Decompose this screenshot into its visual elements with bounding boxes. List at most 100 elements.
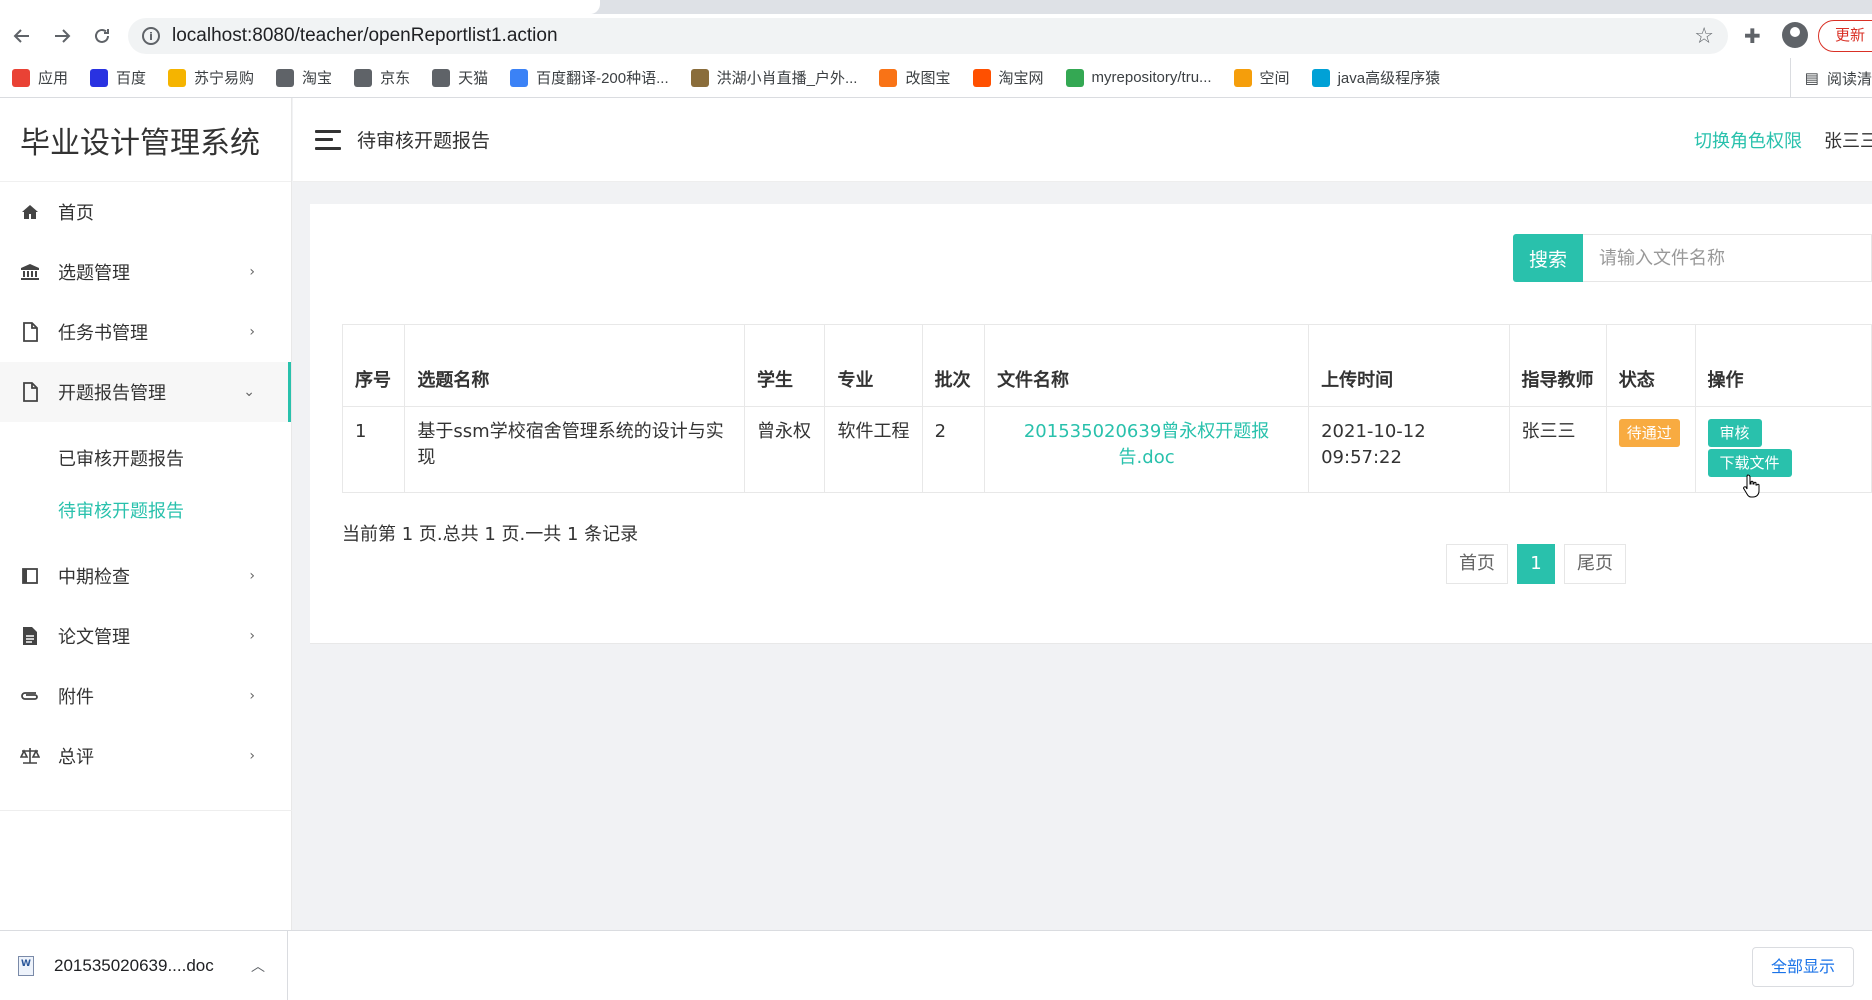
bookmark-label: 京东 xyxy=(380,70,411,87)
apps-grid-icon xyxy=(12,68,30,87)
menu-toggle-icon[interactable] xyxy=(315,129,341,150)
download-file-name[interactable]: 201535020639....doc xyxy=(54,956,214,976)
forward-icon[interactable] xyxy=(44,18,80,54)
bookmark-star-icon[interactable]: ☆ xyxy=(1694,24,1714,49)
column-header: 序号 xyxy=(341,324,406,407)
sidebar-item-label: 总评 xyxy=(58,747,94,768)
scale-icon xyxy=(20,746,40,766)
submenu-item[interactable]: 已审核开题报告 xyxy=(0,432,291,484)
bookmark-item[interactable]: 改图宝 xyxy=(879,67,951,88)
table-row: 1 基于ssm学校宿舍管理系统的设计与实现 曾永权 软件工程 2 2015350… xyxy=(341,406,1872,493)
page-title: 待审核开题报告 xyxy=(357,130,491,152)
sidebar-item[interactable]: 论文管理 › xyxy=(0,606,291,666)
search-input[interactable] xyxy=(1583,234,1872,282)
sidebar-item-label: 选题管理 xyxy=(58,263,130,284)
address-bar[interactable]: i localhost:8080/teacher/openReportlist1… xyxy=(128,18,1728,54)
cell-actions: 审核 下载文件 xyxy=(1694,406,1872,493)
book-icon xyxy=(20,566,40,586)
sidebar-item-label: 中期检查 xyxy=(58,567,130,588)
reading-list-icon: ▤ xyxy=(1804,70,1819,87)
cell-topic: 基于ssm学校宿舍管理系统的设计与实现 xyxy=(404,406,746,493)
bookmark-label: 苏宁易购 xyxy=(194,70,255,87)
current-page-button[interactable]: 1 xyxy=(1517,544,1555,584)
bookmark-item[interactable]: java高级程序猿 xyxy=(1311,67,1440,88)
site-info-icon[interactable]: i xyxy=(142,27,160,45)
chevron-right-icon: › xyxy=(249,748,255,764)
url-text[interactable]: localhost:8080/teacher/openReportlist1.a… xyxy=(172,25,558,47)
download-file-button[interactable]: 下载文件 xyxy=(1707,449,1792,477)
user-name[interactable]: 张三三 xyxy=(1824,127,1872,153)
bookmark-item[interactable]: myrepository/tru... xyxy=(1065,68,1212,87)
reload-icon[interactable] xyxy=(84,18,120,54)
bookmark-label: 淘宝 xyxy=(302,70,333,87)
sidebar-item[interactable]: 选题管理 › xyxy=(0,242,291,302)
chevron-up-icon[interactable]: ︿ xyxy=(251,956,265,976)
bookmark-item[interactable]: 淘宝 xyxy=(276,67,332,88)
chrome-icon xyxy=(1065,68,1084,87)
column-header: 上传时间 xyxy=(1308,324,1510,407)
bookmark-item[interactable]: 百度翻译-200种语... xyxy=(510,67,669,88)
bookmark-label: 空间 xyxy=(1259,70,1290,87)
reading-list-label: 阅读清 xyxy=(1826,70,1872,88)
profile-icon[interactable] xyxy=(1782,22,1808,48)
show-all-downloads-button[interactable]: 全部显示 xyxy=(1751,947,1854,987)
column-header: 状态 xyxy=(1605,324,1696,407)
bookmark-item[interactable]: 天猫 xyxy=(432,67,488,88)
bird-icon xyxy=(690,68,709,87)
globe-icon xyxy=(276,68,295,87)
file-link[interactable]: 201535020639曾永权开题报告.doc xyxy=(997,419,1296,471)
file-icon xyxy=(20,382,40,402)
table-header-row: 序号 选题名称 学生 专业 批次 文件名称 上传时间 指导教师 状态 操作 xyxy=(341,324,1872,407)
search-button[interactable]: 搜索 xyxy=(1513,234,1583,282)
baidu-paw-icon xyxy=(90,68,109,87)
chevron-down-icon: ⌄ xyxy=(243,384,255,400)
browser-tabstrip xyxy=(0,0,1872,14)
back-icon[interactable] xyxy=(4,18,40,54)
chevron-right-icon: › xyxy=(249,568,255,584)
bookmark-item[interactable]: 淘宝网 xyxy=(972,67,1044,88)
active-tab[interactable] xyxy=(0,0,600,14)
chevron-right-icon: › xyxy=(249,264,255,280)
download-item[interactable]: 201535020639....doc ︿ xyxy=(0,931,288,1000)
submenu: 已审核开题报告 待审核开题报告 xyxy=(0,422,291,546)
cell-upload-time: 2021-10-12 09:57:22 xyxy=(1308,406,1510,493)
bookmark-label: myrepository/tru... xyxy=(1091,69,1212,86)
bookmark-label: 洪湖小肖直播_户外... xyxy=(716,70,858,87)
last-page-button[interactable]: 尾页 xyxy=(1564,544,1626,584)
column-header: 选题名称 xyxy=(404,324,746,407)
column-header: 专业 xyxy=(824,324,923,407)
sidebar-item[interactable]: 首页 xyxy=(0,182,291,242)
bookmark-item[interactable]: 苏宁易购 xyxy=(168,67,254,88)
switch-role-link[interactable]: 切换角色权限 xyxy=(1694,127,1802,153)
bookmark-item[interactable]: 京东 xyxy=(354,67,410,88)
chevron-right-icon: › xyxy=(249,688,255,704)
review-button[interactable]: 审核 xyxy=(1707,419,1762,447)
qzone-icon xyxy=(1233,68,1252,87)
bookmarks-bar: 应用 百度 苏宁易购 淘宝 京东 天猫 百度翻译-200种语... 洪湖小肖直播_户外... 改… xyxy=(0,58,1872,98)
download-bar: 201535020639....doc ︿ 全部显示 xyxy=(0,930,1872,1000)
sidebar-item[interactable]: 附件 › xyxy=(0,666,291,726)
chevron-right-icon: › xyxy=(249,628,255,644)
bookmark-item[interactable]: 空间 xyxy=(1233,67,1290,88)
globe-icon xyxy=(354,68,373,87)
sidebar-menu: 首页 选题管理 › 任务书管理 › 开题报告管理 ⌄ 已审核开题报告 待审核开题报告 中期检查 › 论… xyxy=(0,182,291,786)
content-panel: 搜索 序号选题名称学生专业批次文件名称上传时间指导教师状态操作 1 基于ssm学… xyxy=(310,204,1872,644)
reading-list-button[interactable]: ▤ 阅读清 xyxy=(1789,58,1872,98)
bookmark-label: 百度 xyxy=(116,70,147,87)
app-brand: 毕业设计管理系统 xyxy=(0,98,291,182)
sidebar-item[interactable]: 开题报告管理 ⌄ xyxy=(0,362,291,422)
cell-teacher: 张三三 xyxy=(1508,406,1607,493)
bookmark-item[interactable]: 应用 xyxy=(12,67,68,88)
file-icon xyxy=(20,322,40,342)
bookmark-item[interactable]: 百度 xyxy=(90,67,146,88)
column-header: 批次 xyxy=(921,324,986,407)
cell-student: 曾永权 xyxy=(744,406,826,493)
sidebar-item[interactable]: 任务书管理 › xyxy=(0,302,291,362)
bookmark-item[interactable]: 洪湖小肖直播_户外... xyxy=(690,67,858,88)
extensions-icon[interactable]: ✚ xyxy=(1744,24,1761,48)
sidebar-item[interactable]: 中期检查 › xyxy=(0,546,291,606)
sidebar-item[interactable]: 总评 › xyxy=(0,726,291,786)
first-page-button[interactable]: 首页 xyxy=(1446,544,1508,584)
submenu-item[interactable]: 待审核开题报告 xyxy=(0,484,291,536)
update-button[interactable]: 更新 xyxy=(1818,20,1872,52)
